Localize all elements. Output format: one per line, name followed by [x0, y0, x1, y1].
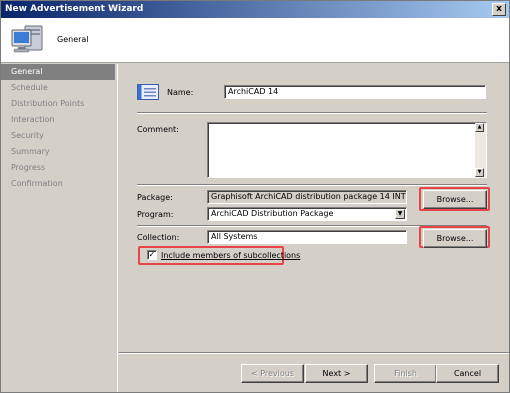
subcollections-label[interactable]: Include members of subcollections — [161, 251, 300, 260]
subcollections-checkbox[interactable]: ✓ — [147, 250, 157, 260]
close-icon: x — [496, 4, 502, 14]
window-title: New Advertisement Wizard — [5, 4, 144, 14]
sidebar-item-distribution-points[interactable]: Distribution Points — [1, 96, 117, 112]
next-button[interactable]: Next > — [305, 364, 368, 383]
computer-monitor-icon — [11, 25, 43, 53]
page-title: General — [57, 35, 89, 44]
sidebar-item-security[interactable]: Security — [1, 128, 117, 144]
package-label: Package: — [137, 193, 173, 202]
comment-scrollbar[interactable]: ▲ ▼ — [475, 123, 486, 177]
sidebar-item-schedule[interactable]: Schedule — [1, 80, 117, 96]
comment-label: Comment: — [137, 125, 179, 134]
sidebar-item-general[interactable]: General — [1, 64, 115, 80]
comment-textarea[interactable] — [207, 122, 487, 178]
package-browse-button[interactable]: Browse... — [423, 190, 487, 209]
sidebar-item-progress[interactable]: Progress — [1, 160, 117, 176]
collection-label: Collection: — [137, 233, 180, 242]
previous-button[interactable]: < Previous — [241, 364, 304, 383]
scroll-down-icon[interactable]: ▼ — [475, 168, 484, 177]
chevron-down-icon[interactable]: ▼ — [395, 209, 405, 219]
sidebar-item-confirmation[interactable]: Confirmation — [1, 176, 117, 192]
advertisement-icon — [137, 84, 159, 100]
checkmark-icon: ✓ — [148, 250, 156, 259]
divider — [137, 112, 487, 114]
wizard-footer: < Previous Next > Finish Cancel — [119, 354, 509, 392]
collection-field[interactable]: All Systems — [207, 230, 407, 244]
name-label: Name: — [167, 88, 194, 97]
scroll-up-icon[interactable]: ▲ — [475, 123, 484, 132]
sidebar-item-summary[interactable]: Summary — [1, 144, 117, 160]
close-button[interactable]: x — [492, 3, 506, 16]
collection-browse-button[interactable]: Browse... — [423, 229, 487, 248]
sidebar-item-interaction[interactable]: Interaction — [1, 112, 117, 128]
divider — [137, 184, 487, 186]
name-input[interactable]: ArchiCAD 14 — [224, 85, 486, 99]
general-page: Name: ArchiCAD 14 Comment: ▲ ▼ Package: … — [119, 64, 509, 352]
cancel-button[interactable]: Cancel — [436, 364, 499, 383]
program-select[interactable]: ArchiCAD Distribution Package ▼ — [207, 207, 407, 221]
wizard-window: New Advertisement Wizard x General Gener… — [0, 0, 510, 393]
wizard-header: General — [1, 18, 509, 63]
package-field: Graphisoft ArchiCAD distribution package… — [207, 190, 407, 204]
title-bar: New Advertisement Wizard x — [1, 1, 509, 18]
wizard-steps-sidebar: General Schedule Distribution Points Int… — [1, 64, 118, 392]
finish-button[interactable]: Finish — [374, 364, 437, 383]
program-label: Program: — [137, 210, 174, 219]
program-selected-value: ArchiCAD Distribution Package — [211, 209, 334, 218]
